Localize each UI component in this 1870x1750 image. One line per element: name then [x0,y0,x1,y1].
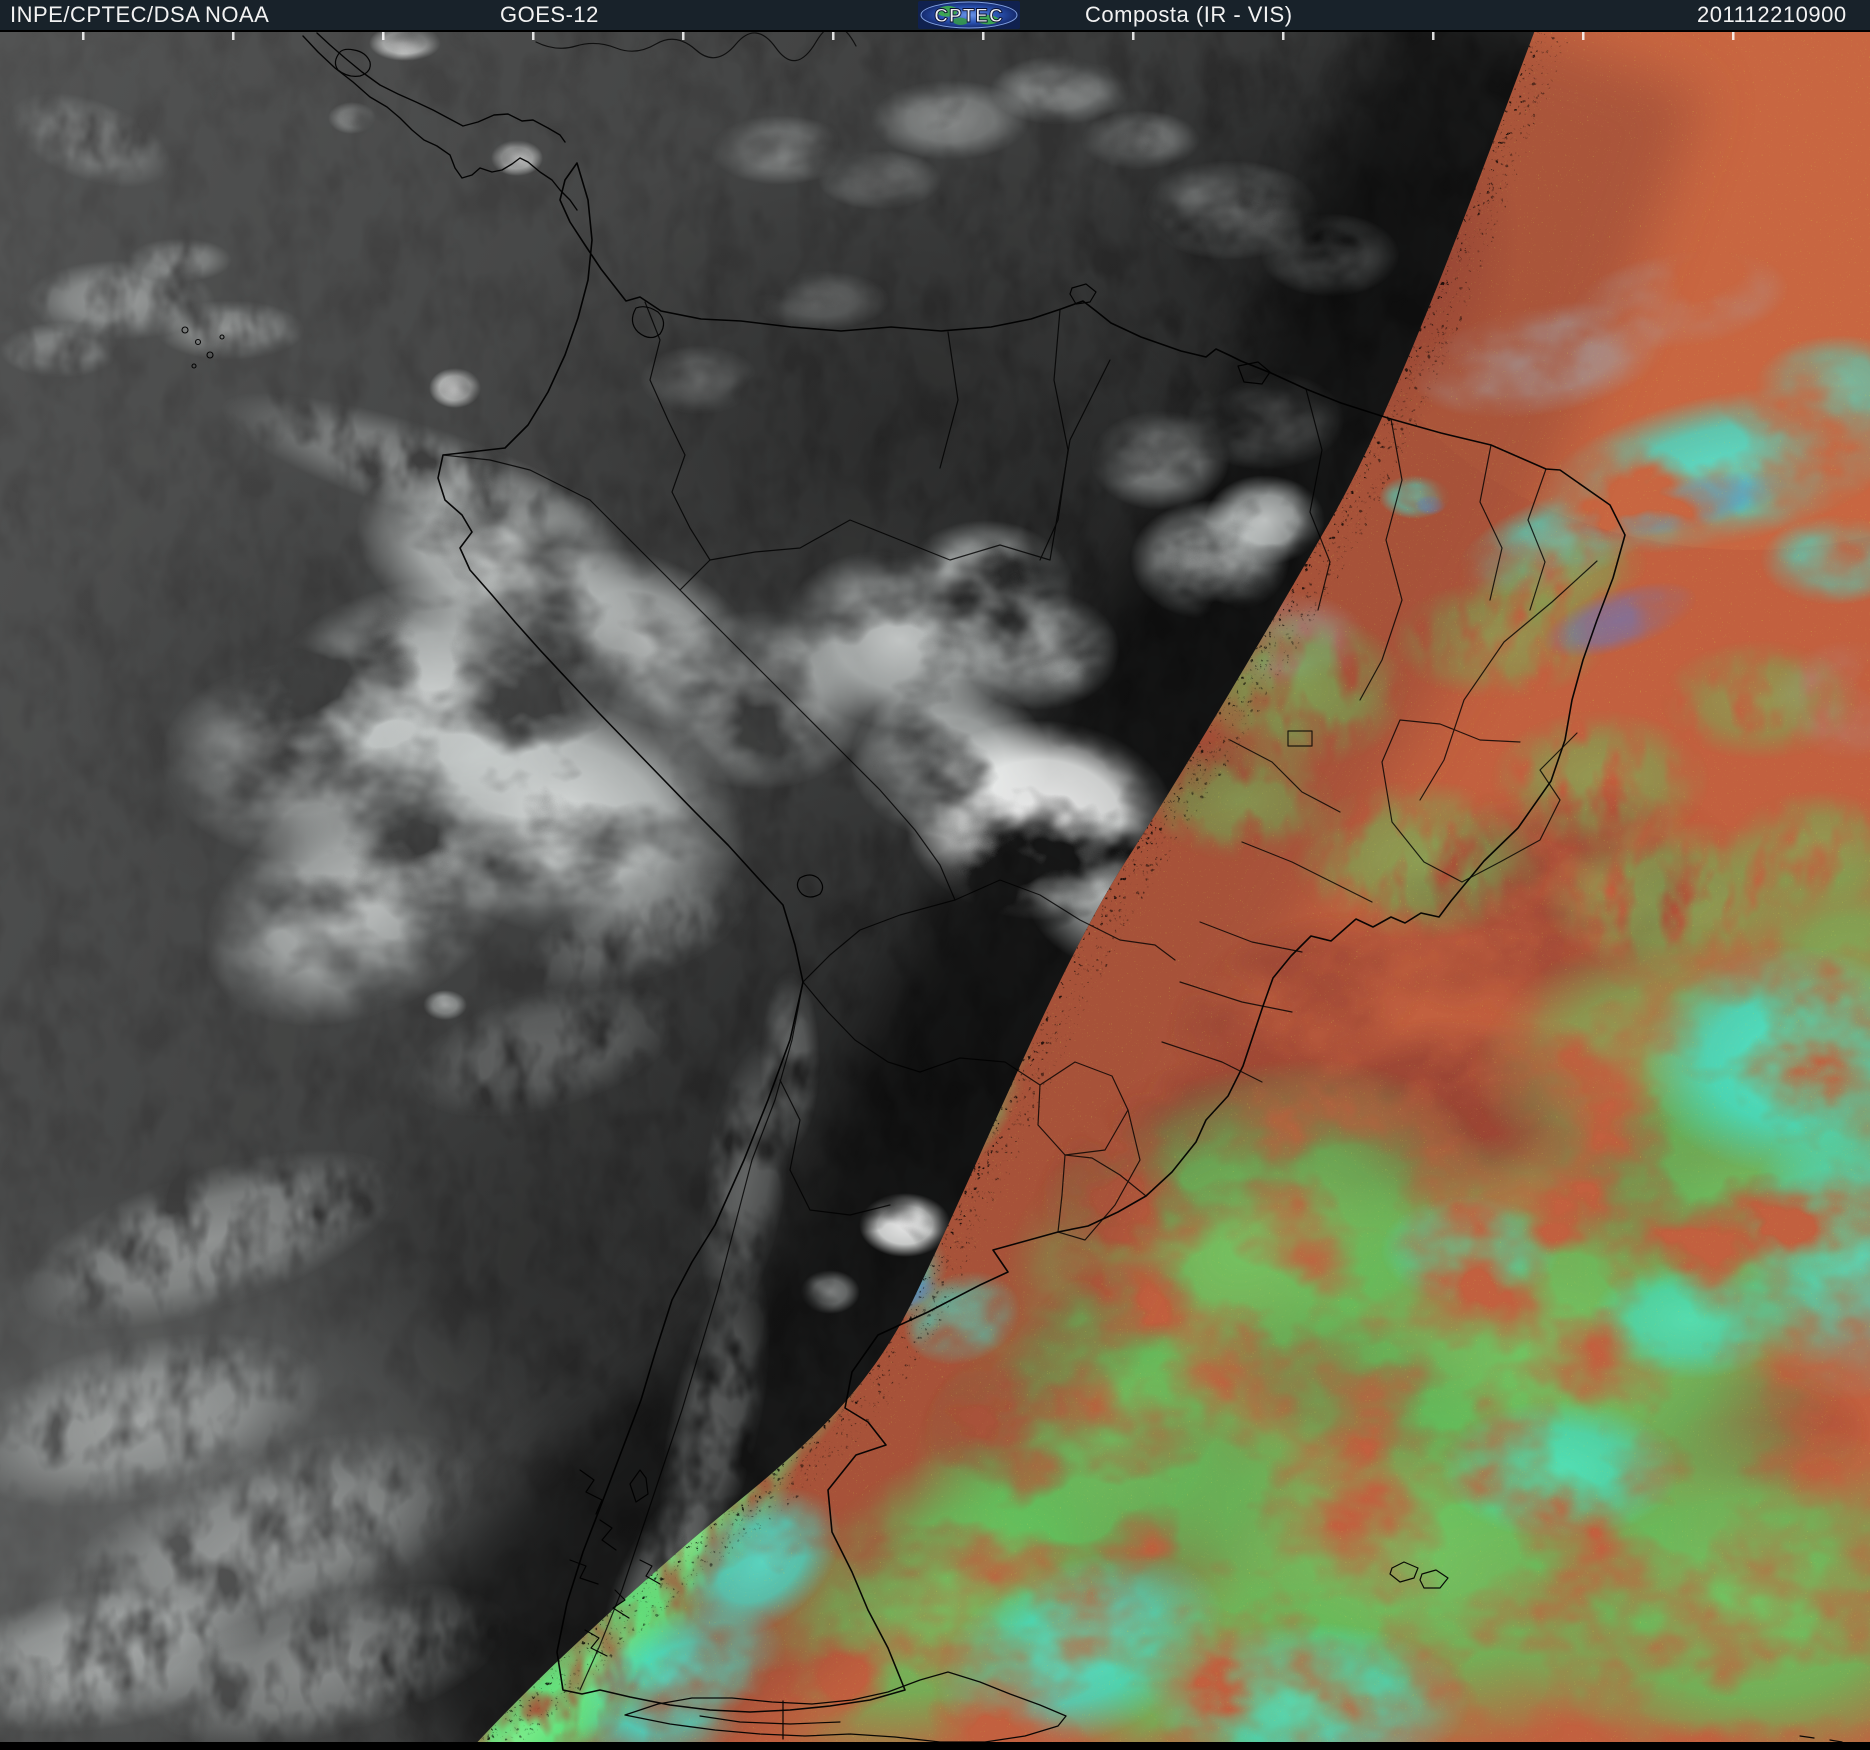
timestamp-label: 201112210900 [1697,2,1847,27]
cptec-logo-text: CPTEC [934,6,1003,27]
satellite-product-window: INPE/CPTEC/DSA NOAA GOES-12 CPTEC Compos… [0,0,1870,1750]
header-bar: INPE/CPTEC/DSA NOAA GOES-12 CPTEC Compos… [0,0,1870,32]
satellite-composite-image [0,25,1870,1750]
agency-label: INPE/CPTEC/DSA [10,2,201,27]
product-label: Composta (IR - VIS) [1085,2,1293,27]
bottom-edge-bar [0,1742,1870,1750]
noaa-label: NOAA [205,2,270,27]
cptec-logo-icon: CPTEC [918,1,1020,29]
satellite-label: GOES-12 [500,2,599,27]
